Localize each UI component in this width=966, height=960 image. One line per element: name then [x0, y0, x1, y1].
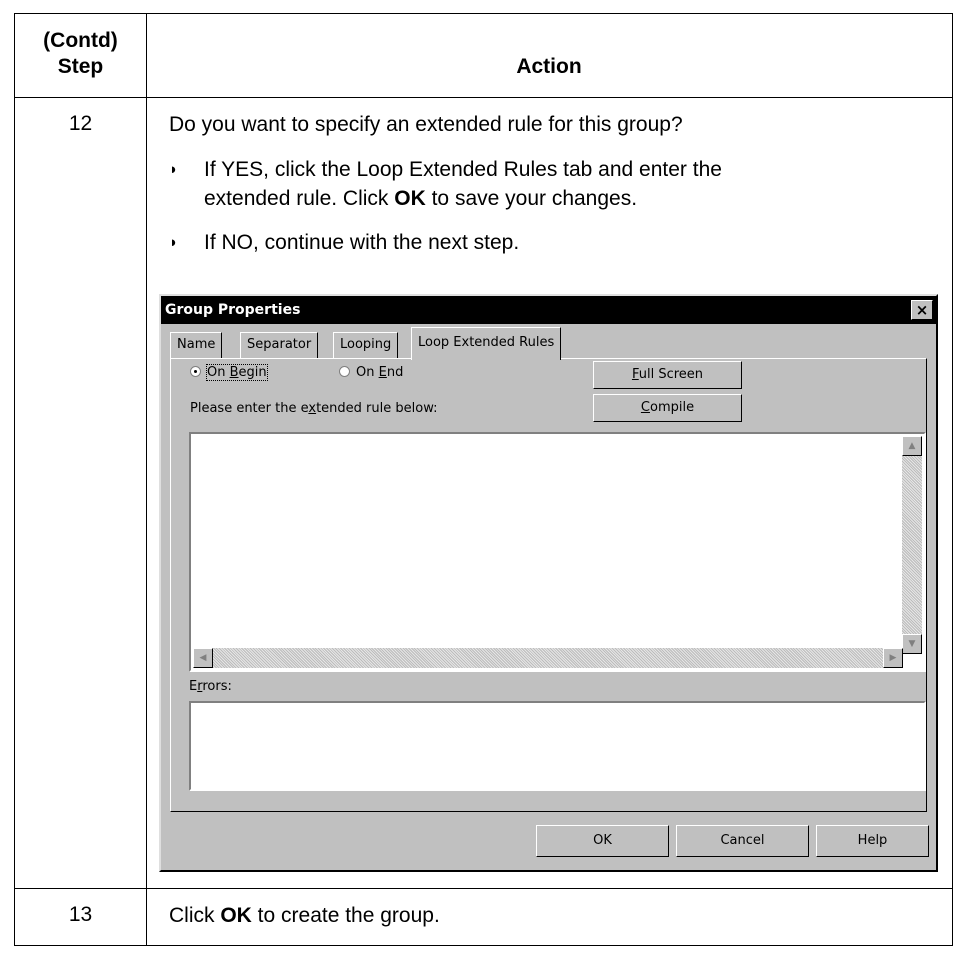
bullet-icon: ◗ — [169, 161, 179, 178]
action-column-header: Action — [516, 55, 582, 78]
bullet-no-text: If NO, continue with the next step. — [204, 231, 520, 254]
on-begin-label: On Begin — [206, 364, 268, 381]
tab-separator[interactable]: Separator — [240, 332, 319, 358]
step-header-line2: Step — [57, 55, 104, 78]
dialog-title: Group Properties — [165, 302, 301, 318]
header-divider — [15, 97, 952, 98]
errors-label: Errors: — [189, 679, 232, 694]
tab-name[interactable]: Name — [170, 332, 223, 358]
radio-unchecked-icon — [339, 366, 350, 377]
on-begin-radio[interactable]: On Begin — [190, 364, 268, 381]
tab-loop-extended-rules[interactable]: Loop Extended Rules — [411, 327, 562, 360]
step-number: 12 — [68, 112, 93, 135]
step-column-header: (Contd) Step — [15, 28, 146, 80]
rule-prompt-label: Please enter the extended rule below: — [190, 401, 438, 416]
scroll-down-icon[interactable]: ▼ — [902, 634, 922, 654]
close-icon[interactable]: × — [911, 300, 933, 320]
bullet-yes-line1: If YES, click the Loop Extended Rules ta… — [204, 158, 722, 181]
vertical-scrollbar[interactable] — [902, 436, 922, 654]
scroll-up-icon[interactable]: ▲ — [902, 436, 922, 456]
radio-checked-icon — [190, 366, 201, 377]
column-divider — [146, 14, 147, 945]
compile-button[interactable]: Compile — [593, 394, 742, 422]
group-properties-dialog: Group Properties × Name Separator Loopin… — [159, 294, 938, 872]
step-header-line1: (Contd) — [43, 29, 118, 52]
step-question: Do you want to specify an extended rule … — [169, 113, 683, 136]
step-number: 13 — [68, 903, 93, 926]
on-end-label: On End — [356, 365, 404, 380]
help-button[interactable]: Help — [816, 825, 929, 857]
cancel-button[interactable]: Cancel — [676, 825, 809, 857]
ok-button[interactable]: OK — [536, 825, 669, 857]
horizontal-scrollbar[interactable] — [193, 648, 903, 668]
bullet-yes-line2: extended rule. Click OK to save your cha… — [204, 187, 638, 210]
row-divider — [15, 888, 952, 889]
dialog-title-bar: Group Properties — [161, 296, 936, 324]
on-end-radio[interactable]: On End — [339, 365, 403, 380]
bullet-icon: ◗ — [169, 234, 179, 251]
tab-looping[interactable]: Looping — [333, 332, 399, 358]
scroll-left-icon[interactable]: ◀ — [193, 648, 213, 668]
full-screen-button[interactable]: Full Screen — [593, 361, 742, 389]
extended-rule-textarea[interactable]: ▲ ▼ ◀ ▶ — [189, 432, 926, 672]
step-text: Click OK to create the group. — [169, 904, 440, 927]
scroll-right-icon[interactable]: ▶ — [883, 648, 903, 668]
errors-textarea[interactable] — [189, 701, 926, 791]
